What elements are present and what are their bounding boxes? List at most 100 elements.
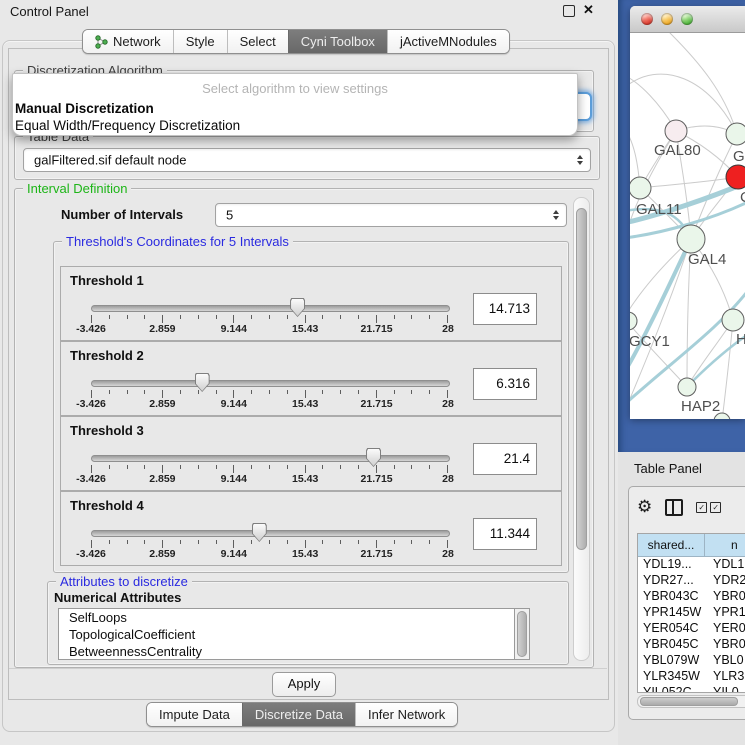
tick-mark xyxy=(109,315,110,319)
network-node-gal4[interactable] xyxy=(677,225,705,253)
network-node-gal11[interactable] xyxy=(630,177,651,199)
tab-infer-network[interactable]: Infer Network xyxy=(355,703,457,726)
popup-item-equal-width-frequency-discretization[interactable]: Equal Width/Frequency Discretization xyxy=(15,118,240,133)
tick-label: 9.144 xyxy=(221,323,247,335)
table-row[interactable]: YIL052CYIL0 xyxy=(638,685,745,693)
network-canvas[interactable]: GAL80GCGAL11GAL4GCY1HHAP2 xyxy=(630,33,745,419)
column-layout-icon[interactable] xyxy=(665,499,683,516)
attribute-item-topologicalcoefficient[interactable]: TopologicalCoefficient xyxy=(59,626,529,643)
table-cell: YIL052C xyxy=(638,685,709,693)
tab-discretize-data[interactable]: Discretize Data xyxy=(242,703,355,726)
threshold-value-field[interactable]: 21.4 xyxy=(473,443,537,475)
tick-label: 15.43 xyxy=(292,548,318,560)
table-row[interactable]: YDR27...YDR2 xyxy=(638,573,745,589)
tab-select[interactable]: Select xyxy=(227,30,288,53)
table-row[interactable]: YPR145WYPR1 xyxy=(638,605,745,621)
attributes-scrollbar-thumb[interactable] xyxy=(517,611,527,657)
checkbox-icons: ✓ ✓ xyxy=(696,502,721,513)
vertical-scrollbar[interactable] xyxy=(573,197,590,661)
tick-mark xyxy=(233,315,234,323)
tick-label: -3.426 xyxy=(76,398,106,410)
network-edge[interactable] xyxy=(670,33,737,134)
tab-impute-data[interactable]: Impute Data xyxy=(147,703,242,726)
tab-cyni-toolbox[interactable]: Cyni Toolbox xyxy=(288,30,387,53)
horizontal-scrollbar[interactable] xyxy=(637,695,745,708)
gear-icon[interactable]: ⚙ xyxy=(637,497,652,517)
slider-track[interactable] xyxy=(91,455,450,462)
horizontal-scrollbar-thumb[interactable] xyxy=(640,697,738,706)
tab-network[interactable]: Network xyxy=(83,30,173,53)
network-node-label: GAL4 xyxy=(688,251,726,268)
threshold-slider[interactable]: -3.4262.8599.14415.4321.71528 xyxy=(91,449,448,487)
network-window-titlebar[interactable] xyxy=(630,6,745,33)
threshold-value-field[interactable]: 11.344 xyxy=(473,518,537,550)
network-node-gal80[interactable] xyxy=(665,120,687,142)
threshold-slider[interactable]: -3.4262.8599.14415.4321.71528 xyxy=(91,374,448,412)
attributes-scrollbar[interactable] xyxy=(514,608,530,660)
attribute-item-betweennesscentrality[interactable]: BetweennessCentrality xyxy=(59,643,529,660)
minimize-traffic-light-icon[interactable] xyxy=(661,13,673,25)
tab-label: Infer Network xyxy=(368,707,445,722)
threshold-slider[interactable]: -3.4262.8599.14415.4321.71528 xyxy=(91,524,448,562)
network-node-hap2[interactable] xyxy=(678,378,696,396)
popup-item-manual-discretization[interactable]: Manual Discretization xyxy=(15,101,154,116)
zoom-traffic-light-icon[interactable] xyxy=(681,13,693,25)
desktop-background: GAL80GCGAL11GAL4GCY1HHAP2 xyxy=(618,0,745,452)
network-edge[interactable] xyxy=(722,320,733,419)
network-edge[interactable] xyxy=(630,239,691,373)
column-header-n[interactable]: n xyxy=(705,534,745,556)
network-node-h[interactable] xyxy=(722,309,744,331)
table-row[interactable]: YBL079WYBL0 xyxy=(638,653,745,669)
threshold-label: Threshold 1 xyxy=(70,273,144,288)
threshold-slider[interactable]: -3.4262.8599.14415.4321.71528 xyxy=(91,299,448,337)
network-node-c[interactable] xyxy=(726,165,745,189)
table-header-row: shared...n xyxy=(638,534,745,557)
network-node-gcy1[interactable] xyxy=(630,312,637,330)
vertical-scrollbar-thumb[interactable] xyxy=(576,208,587,550)
table-panel-body: ⚙ ✓ ✓ shared...n YDL19...YDL1YDR27...YDR… xyxy=(628,486,745,720)
table-row[interactable]: YER054CYER0 xyxy=(638,621,745,637)
table-cell: YDR27... xyxy=(638,573,709,589)
table-row[interactable]: YBR043CYBR0 xyxy=(638,589,745,605)
tick-mark xyxy=(233,540,234,548)
table-row[interactable]: YLR345WYLR3 xyxy=(638,669,745,685)
slider-ticks xyxy=(91,465,448,473)
number-of-intervals-combobox[interactable]: 5 xyxy=(215,203,567,227)
slider-ticks xyxy=(91,315,448,323)
table-cell: YLR345W xyxy=(638,669,709,685)
tab-style[interactable]: Style xyxy=(173,30,227,53)
table-row[interactable]: YBR045CYBR0 xyxy=(638,637,745,653)
tick-mark xyxy=(216,390,217,394)
close-icon[interactable]: ✕ xyxy=(583,2,594,18)
interval-definition-group: Interval Definition Number of Intervals … xyxy=(14,188,594,668)
network-edge[interactable] xyxy=(640,177,738,188)
apply-button[interactable]: Apply xyxy=(272,672,336,697)
tick-mark xyxy=(144,315,145,319)
numerical-attributes-list[interactable]: SelfLoopsTopologicalCoefficientBetweenne… xyxy=(58,608,530,660)
tick-mark xyxy=(322,390,323,394)
attribute-item-selfloops[interactable]: SelfLoops xyxy=(59,609,529,626)
thresholds-group: Threshold's Coordinates for 5 Intervals … xyxy=(53,241,569,573)
network-node-g[interactable] xyxy=(726,123,745,145)
threshold-value-field[interactable]: 6.316 xyxy=(473,368,537,400)
threshold-value-field[interactable]: 14.713 xyxy=(473,293,537,325)
tick-mark xyxy=(447,315,448,323)
tab-jactivemnodules[interactable]: jActiveMNodules xyxy=(387,30,509,53)
close-traffic-light-icon[interactable] xyxy=(641,13,653,25)
checkbox-icon[interactable]: ✓ xyxy=(696,502,707,513)
table-cell: YIL0 xyxy=(709,685,745,693)
tick-mark xyxy=(447,390,448,398)
slider-track[interactable] xyxy=(91,305,450,312)
table-cell: YBL079W xyxy=(638,653,709,669)
attributes-group-title: Attributes to discretize xyxy=(56,574,192,589)
table-data-combobox[interactable]: galFiltered.sif default node xyxy=(23,148,591,172)
checkbox-icon[interactable]: ✓ xyxy=(710,502,721,513)
slider-track[interactable] xyxy=(91,380,450,387)
slider-track[interactable] xyxy=(91,530,450,537)
tick-mark xyxy=(233,390,234,398)
column-header-shared[interactable]: shared... xyxy=(638,534,705,556)
tick-mark xyxy=(340,390,341,394)
threshold-panel-1: Threshold 1 -3.4262.8599.14415.4321.71528… xyxy=(60,266,562,341)
float-window-icon[interactable] xyxy=(563,5,575,17)
table-row[interactable]: YDL19...YDL1 xyxy=(638,557,745,573)
